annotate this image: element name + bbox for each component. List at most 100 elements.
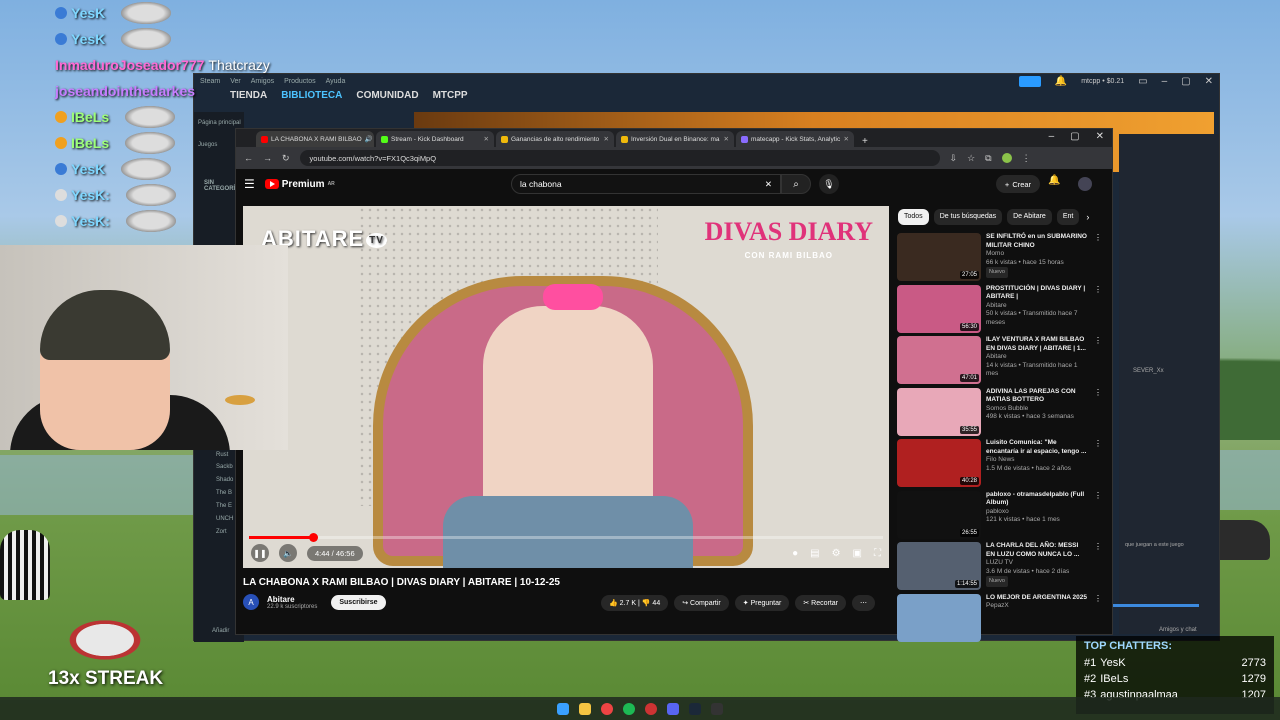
steam-side-game-unch[interactable]: UNCH	[216, 516, 233, 522]
video-thumbnail[interactable]: 26:55	[897, 490, 981, 539]
chrome-icon[interactable]	[601, 702, 613, 715]
video-thumbnail[interactable]: 40:28	[897, 439, 981, 487]
thumbs-down-icon[interactable]: 👎	[642, 600, 653, 607]
chip-from-abitare[interactable]: De Abitare	[1007, 209, 1052, 225]
steam-side-game-the-b[interactable]: The B	[216, 490, 232, 496]
miniplayer-icon[interactable]: ▣	[853, 548, 862, 559]
volume-button[interactable]: 🔈	[279, 544, 297, 562]
recommended-video[interactable]: 1:14:55 LA CHARLA DEL AÑO: MESSI EN LUZU …	[897, 542, 1102, 594]
close-tab-icon[interactable]: ✕	[484, 135, 489, 143]
more-options-icon[interactable]: ⋮	[1094, 233, 1102, 285]
more-actions-button[interactable]: ⋯	[851, 595, 875, 611]
video-thumbnail[interactable]: 27:05	[897, 233, 981, 281]
new-tab-button[interactable]: +	[856, 136, 874, 147]
steam-monitor-icon[interactable]: ▭	[1138, 76, 1147, 87]
search-input[interactable]: la chabona ✕	[511, 174, 781, 194]
recommended-video[interactable]: 35:55 ADIVINA LAS PAREJAS CON MATIAS BOTT…	[897, 387, 1102, 440]
steam-side-game-the-e[interactable]: The E	[216, 503, 232, 509]
address-bar[interactable]: youtube.com/watch?v=FX1Qc3qiMpQ	[299, 150, 940, 166]
create-button[interactable]: + Crear	[996, 175, 1040, 193]
like-button[interactable]: 👍 2.7 K | 👎 44	[601, 595, 669, 611]
steam-nav-profile[interactable]: MTCPP	[433, 90, 468, 101]
chip-from-searches[interactable]: De tus búsquedas	[933, 209, 1003, 225]
forward-icon[interactable]: →	[263, 153, 272, 163]
steam-side-game-zort[interactable]: Zort	[216, 529, 227, 535]
steam-bell-icon[interactable]: 🔔	[1055, 76, 1067, 87]
discord-icon[interactable]	[667, 702, 679, 715]
steam-minimize-button[interactable]: –	[1162, 76, 1168, 87]
steam-announcement-button[interactable]	[1018, 76, 1041, 87]
windows-start-icon[interactable]	[557, 702, 569, 715]
steam-maximize-button[interactable]: ▢	[1181, 76, 1190, 87]
video-thumbnail[interactable]: 56:30	[897, 284, 981, 333]
scrubber-handle[interactable]	[309, 533, 319, 542]
recommended-video[interactable]: 27:05 SE INFILTRÓ en un SUBMARINO MILITAR…	[897, 233, 1102, 285]
clip-button[interactable]: ✂ Recortar	[795, 595, 846, 611]
cs-icon[interactable]	[711, 702, 723, 715]
ask-button[interactable]: ✦ Preguntar	[734, 595, 790, 611]
video-thumbnail[interactable]	[897, 593, 981, 642]
more-options-icon[interactable]: ⋮	[1094, 439, 1102, 491]
subtitles-icon[interactable]: ▤	[810, 548, 819, 559]
chip-entertainment[interactable]: Ent	[1056, 209, 1080, 225]
steam-menu-products[interactable]: Productos	[284, 78, 316, 85]
reload-icon[interactable]: ↻	[282, 153, 290, 164]
youtube-logo[interactable]: Premium AR	[264, 179, 335, 190]
video-progress-bar[interactable]	[249, 533, 883, 542]
steam-nav-community[interactable]: COMUNIDAD	[356, 90, 418, 101]
profile-icon[interactable]	[1001, 153, 1012, 163]
install-icon[interactable]: ⇩	[950, 153, 958, 164]
video-thumbnail[interactable]: 47:01	[897, 336, 981, 384]
recommended-video[interactable]: 56:30 PROSTITUCIÓN | DIVAS DIARY | ABITAR…	[897, 284, 1102, 337]
more-options-icon[interactable]: ⋮	[1094, 336, 1102, 388]
minimize-button[interactable]: –	[1049, 131, 1055, 142]
browser-tab-binance-earn[interactable]: Ganancias de alto rendimiento ✕	[496, 131, 614, 147]
steam-menu-help[interactable]: Ayuda	[326, 78, 346, 85]
browser-tab-kick[interactable]: Stream - Kick Dashboard ✕	[376, 131, 494, 147]
bookmark-star-icon[interactable]: ☆	[967, 153, 975, 164]
more-options-icon[interactable]: ⋮	[1094, 542, 1102, 594]
voice-search-button[interactable]: 🎙	[819, 174, 839, 194]
pause-button[interactable]: ❚❚	[251, 544, 269, 562]
steam-side-add-game[interactable]: Añadir	[212, 628, 229, 634]
settings-gear-icon[interactable]: ⚙	[832, 548, 841, 559]
search-button[interactable]: ⌕	[781, 174, 811, 194]
recommended-video[interactable]: 40:28 Luisito Comunica: "Me encantaría ir…	[897, 439, 1102, 491]
video-thumbnail[interactable]: 1:14:55	[897, 542, 981, 590]
video-player[interactable]: ABITARE TV DIVAS DIARY CON RAMI BILBAO ❚❚ …	[243, 206, 889, 568]
channel-name[interactable]: Abitare	[267, 595, 317, 604]
browser-tab-matecapp[interactable]: matecapp - Kick Stats, Analytic ✕	[736, 131, 854, 147]
video-thumbnail[interactable]: 35:55	[897, 387, 981, 436]
recommended-video[interactable]: 47:01 ILAY VENTURA X RAMI BILBAO EN DIVAS…	[897, 336, 1102, 388]
close-button[interactable]: ✕	[1096, 131, 1104, 142]
fullscreen-icon[interactable]: ⛶	[874, 548, 881, 559]
close-tab-icon[interactable]: ✕	[604, 135, 609, 143]
more-options-icon[interactable]: ⋮	[1094, 491, 1102, 543]
chip-all[interactable]: Todos	[898, 209, 929, 225]
autoplay-toggle[interactable]: ●	[792, 548, 798, 559]
steam-friends-chat[interactable]: Amigos y chat	[1159, 627, 1197, 633]
browser-tab-binance-dual[interactable]: Inversión Dual en Binance: ma ✕	[616, 131, 734, 147]
channel-avatar[interactable]: A	[243, 594, 259, 610]
app-icon[interactable]	[645, 702, 657, 715]
steam-close-button[interactable]: ✕	[1205, 76, 1213, 87]
steam-user[interactable]: mtcpp • $0.21	[1081, 78, 1124, 85]
recommended-video[interactable]: 26:55 pabloxo - otramasdelpablo (Full Alb…	[897, 490, 1102, 543]
steam-icon[interactable]	[689, 702, 701, 715]
steam-nav-library[interactable]: BIBLIOTECA	[281, 90, 342, 101]
browser-window[interactable]: LA CHABONA X RAMI BILBAO🔊✕ Stream - Kick…	[235, 128, 1113, 642]
file-explorer-icon[interactable]	[579, 702, 591, 715]
recommended-video[interactable]: LO MEJOR DE ARGENTINA 2025 PepazX ⋮	[897, 593, 1102, 646]
browser-tab-youtube[interactable]: LA CHABONA X RAMI BILBAO🔊✕	[256, 131, 374, 147]
share-button[interactable]: ↪ Compartir	[674, 595, 729, 611]
extension-icon[interactable]: ⧉	[985, 153, 991, 164]
subscribe-button[interactable]: Suscribirse	[331, 594, 386, 610]
menu-dots-icon[interactable]: ⋮	[1022, 153, 1031, 164]
chevron-right-icon[interactable]: ›	[1084, 209, 1091, 225]
steam-side-game-rust[interactable]: Rust	[216, 452, 228, 458]
steam-side-game-shadow[interactable]: Shado	[216, 477, 233, 483]
maximize-button[interactable]: ▢	[1070, 131, 1079, 142]
more-options-icon[interactable]: ⋮	[1094, 285, 1102, 337]
spotify-icon[interactable]	[623, 702, 635, 715]
close-tab-icon[interactable]: ✕	[844, 135, 849, 143]
